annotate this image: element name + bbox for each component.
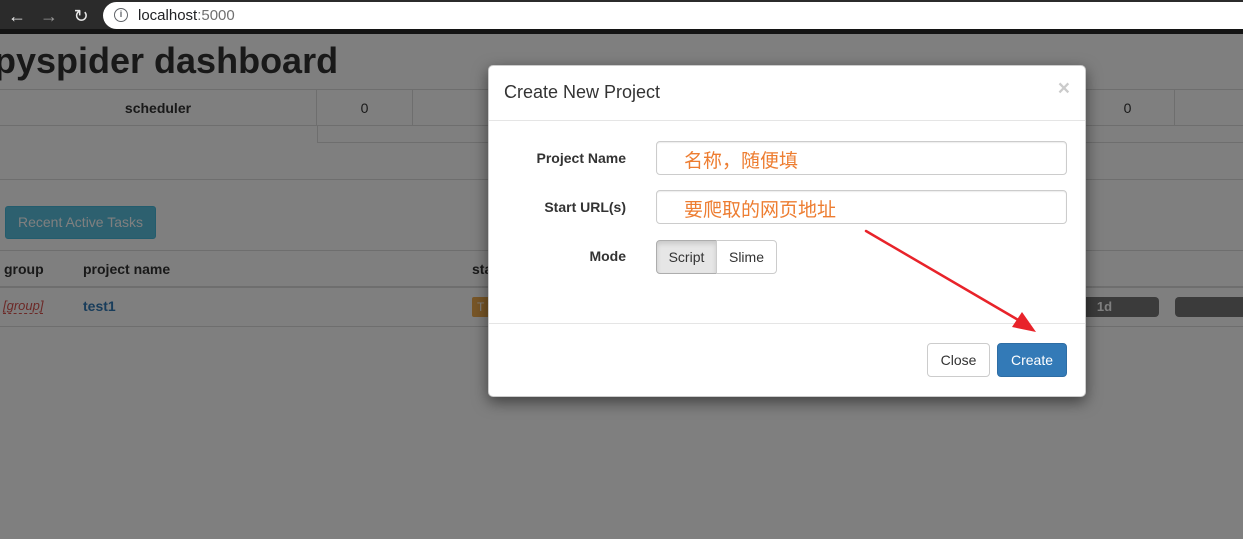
mode-slime-button[interactable]: Slime — [716, 240, 777, 274]
project-name-input[interactable]: 名称，随便填 — [656, 141, 1067, 175]
mode-script-button[interactable]: Script — [656, 240, 717, 274]
close-icon[interactable]: × — [1058, 78, 1070, 99]
info-icon[interactable]: i — [114, 8, 128, 22]
address-bar[interactable]: i localhost:5000 — [103, 2, 1243, 29]
url-host: localhost — [138, 7, 198, 24]
mode-label: Mode — [589, 248, 626, 264]
create-button[interactable]: Create — [997, 343, 1067, 377]
start-urls-label: Start URL(s) — [544, 199, 626, 215]
modal-footer: Close Create — [489, 323, 1085, 396]
reload-icon[interactable]: ↻ — [69, 4, 93, 28]
project-name-label: Project Name — [536, 150, 626, 166]
modal-header: Create New Project × — [489, 66, 1085, 121]
back-arrow-icon[interactable]: ← — [5, 4, 29, 28]
start-urls-input[interactable]: 要爬取的网页地址 — [656, 190, 1067, 224]
start-urls-annotation: 要爬取的网页地址 — [684, 199, 837, 221]
close-button[interactable]: Close — [927, 343, 990, 377]
forward-arrow-icon[interactable]: → — [37, 4, 61, 28]
browser-toolbar: ← → ↻ i localhost:5000 — [0, 0, 1243, 34]
project-name-annotation: 名称，随便填 — [684, 150, 799, 172]
url-port: :5000 — [197, 7, 235, 24]
url-text[interactable]: localhost:5000 — [138, 7, 235, 24]
create-project-modal: Create New Project × Project Name 名称，随便填… — [488, 65, 1086, 397]
modal-title: Create New Project — [504, 82, 661, 102]
